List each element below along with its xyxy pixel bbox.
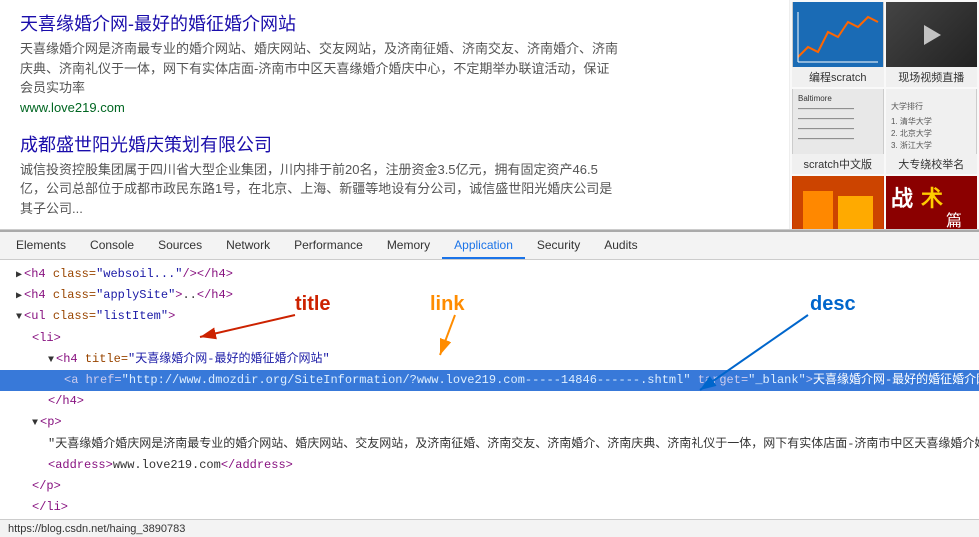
school-icon: 大学排行 1. 清华大学 2. 北京大学 3. 浙江大学 [886, 89, 976, 154]
result-desc-1: 天喜缘婚介网是济南最专业的婚介网站、婚庆网站、交友网站，及济南征婚、济南交友、济… [20, 39, 620, 98]
dom-line-h4-applysite[interactable]: ▶<h4 class="applySite">..</h4> [0, 285, 979, 306]
tab-sources[interactable]: Sources [146, 232, 214, 259]
dom-line-h4-websoil[interactable]: ▶<h4 class="websoil..."/></h4> [0, 264, 979, 285]
dom-line-h4-close[interactable]: </h4> [0, 391, 979, 412]
svg-text:战: 战 [891, 186, 913, 211]
devtools-tabs: Elements Console Sources Network Perform… [0, 232, 979, 260]
tab-audits[interactable]: Audits [592, 232, 649, 259]
triangle-icon: ▼ [16, 310, 22, 326]
thumb-school-img: 大学排行 1. 清华大学 2. 北京大学 3. 浙江大学 [886, 89, 978, 154]
thumb-scratch-cn[interactable]: Baltimore ——————— ——————— ——————— ——————… [792, 89, 884, 174]
thumb-scratch-cn-label: scratch中文版 [792, 154, 884, 174]
tab-application[interactable]: Application [442, 232, 525, 259]
scratch-cn-icon: Baltimore ——————— ——————— ——————— ——————… [793, 89, 883, 154]
dom-line-anchor-selected[interactable]: <a href="http://www.dmozdir.org/SiteInfo… [0, 370, 979, 391]
thumb-warbook[interactable]: 战 术 篇 [886, 176, 978, 230]
dom-line-h4-title[interactable]: ▼<h4 title="天喜缘婚介网-最好的婚征婚介网站" [0, 349, 979, 370]
dom-line-p-open[interactable]: ▼<p> [0, 412, 979, 433]
svg-text:1. 清华大学: 1. 清华大学 [891, 116, 932, 126]
svg-text:———————: ——————— [798, 104, 854, 113]
play-icon [916, 20, 946, 50]
devtools-panel: Elements Console Sources Network Perform… [0, 230, 979, 537]
dom-line-p-close[interactable]: </p> [0, 476, 979, 497]
svg-text:———————: ——————— [798, 114, 854, 123]
thumb-scratch-img [792, 2, 884, 67]
thumb-orange-img [792, 176, 884, 230]
thumb-warbook-img: 战 术 篇 [886, 176, 978, 230]
triangle-icon: ▼ [32, 416, 38, 432]
triangle-icon: ▶ [16, 268, 22, 284]
thumb-school[interactable]: 大学排行 1. 清华大学 2. 北京大学 3. 浙江大学 大专绕校举名 [886, 89, 978, 174]
tab-console[interactable]: Console [78, 232, 146, 259]
status-url: https://blog.csdn.net/haing_3890783 [8, 523, 185, 535]
triangle-icon: ▼ [48, 353, 54, 369]
elements-panel[interactable]: ▶<h4 class="websoil..."/></h4> ▶<h4 clas… [0, 260, 979, 537]
result-title-2[interactable]: 成都盛世阳光婚庆策划有限公司 [20, 135, 272, 155]
thumb-video[interactable]: 现场视频直播 [886, 2, 978, 87]
result-item-1: 天喜缘婚介网-最好的婚征婚介网站 天喜缘婚介网是济南最专业的婚介网站、婚庆网站、… [20, 10, 769, 115]
tab-security[interactable]: Security [525, 232, 592, 259]
thumb-scratch[interactable]: 编程scratch [792, 2, 884, 87]
thumb-scratch-label: 编程scratch [792, 67, 884, 87]
main-results: 天喜缘婚介网-最好的婚征婚介网站 天喜缘婚介网是济南最专业的婚介网站、婚庆网站、… [0, 0, 789, 229]
dom-line-desc-text: "天喜缘婚介婚庆网是济南最专业的婚介网站、婚庆网站、交友网站，及济南征婚、济南交… [0, 434, 979, 455]
svg-text:2. 北京大学: 2. 北京大学 [891, 128, 932, 138]
thumb-video-img [886, 2, 978, 67]
svg-text:术: 术 [921, 186, 943, 211]
tab-network[interactable]: Network [214, 232, 282, 259]
result-url-1: www.love219.com [20, 100, 769, 115]
triangle-icon: ▶ [16, 289, 22, 305]
svg-text:———————: ——————— [798, 134, 854, 143]
tab-performance[interactable]: Performance [282, 232, 375, 259]
dom-line-ul-listitem[interactable]: ▼<ul class="listItem"> [0, 306, 979, 327]
result-desc-2: 诚信投资控股集团属于四川省大型企业集团，川内排于前20名，注册资金3.5亿元，拥… [20, 160, 620, 219]
svg-text:篇: 篇 [946, 212, 962, 230]
svg-text:3. 浙江大学: 3. 浙江大学 [891, 140, 932, 150]
dom-line-li-close[interactable]: </li> [0, 497, 979, 518]
browser-content: 天喜缘婚介网-最好的婚征婚介网站 天喜缘婚介网是济南最专业的婚介网站、婚庆网站、… [0, 0, 979, 230]
dom-line-address[interactable]: <address>www.love219.com</address> [0, 455, 979, 476]
tab-memory[interactable]: Memory [375, 232, 442, 259]
tab-elements[interactable]: Elements [4, 232, 78, 259]
orange-img-icon [793, 176, 883, 230]
thumb-video-label: 现场视频直播 [886, 67, 978, 87]
result-title-1[interactable]: 天喜缘婚介网-最好的婚征婚介网站 [20, 14, 296, 34]
thumb-school-label: 大专绕校举名 [886, 154, 978, 174]
scratch-chart-icon [793, 2, 883, 67]
warbook-icon: 战 术 篇 [886, 176, 976, 230]
svg-text:大学排行: 大学排行 [891, 101, 923, 111]
video-inner [886, 2, 978, 67]
devtools-body: ▶<h4 class="websoil..."/></h4> ▶<h4 clas… [0, 260, 979, 537]
svg-text:———————: ——————— [798, 124, 854, 133]
svg-text:Baltimore: Baltimore [798, 94, 832, 103]
right-sidebar: 编程scratch 现场视频直播 Baltimore ——————— —————… [789, 0, 979, 229]
thumb-scratch-cn-img: Baltimore ——————— ——————— ——————— ——————… [792, 89, 884, 154]
status-bar: https://blog.csdn.net/haing_3890783 [0, 519, 979, 537]
thumb-orange[interactable] [792, 176, 884, 230]
dom-line-li-1[interactable]: <li> [0, 328, 979, 349]
result-item-2: 成都盛世阳光婚庆策划有限公司 诚信投资控股集团属于四川省大型企业集团，川内排于前… [20, 131, 769, 219]
